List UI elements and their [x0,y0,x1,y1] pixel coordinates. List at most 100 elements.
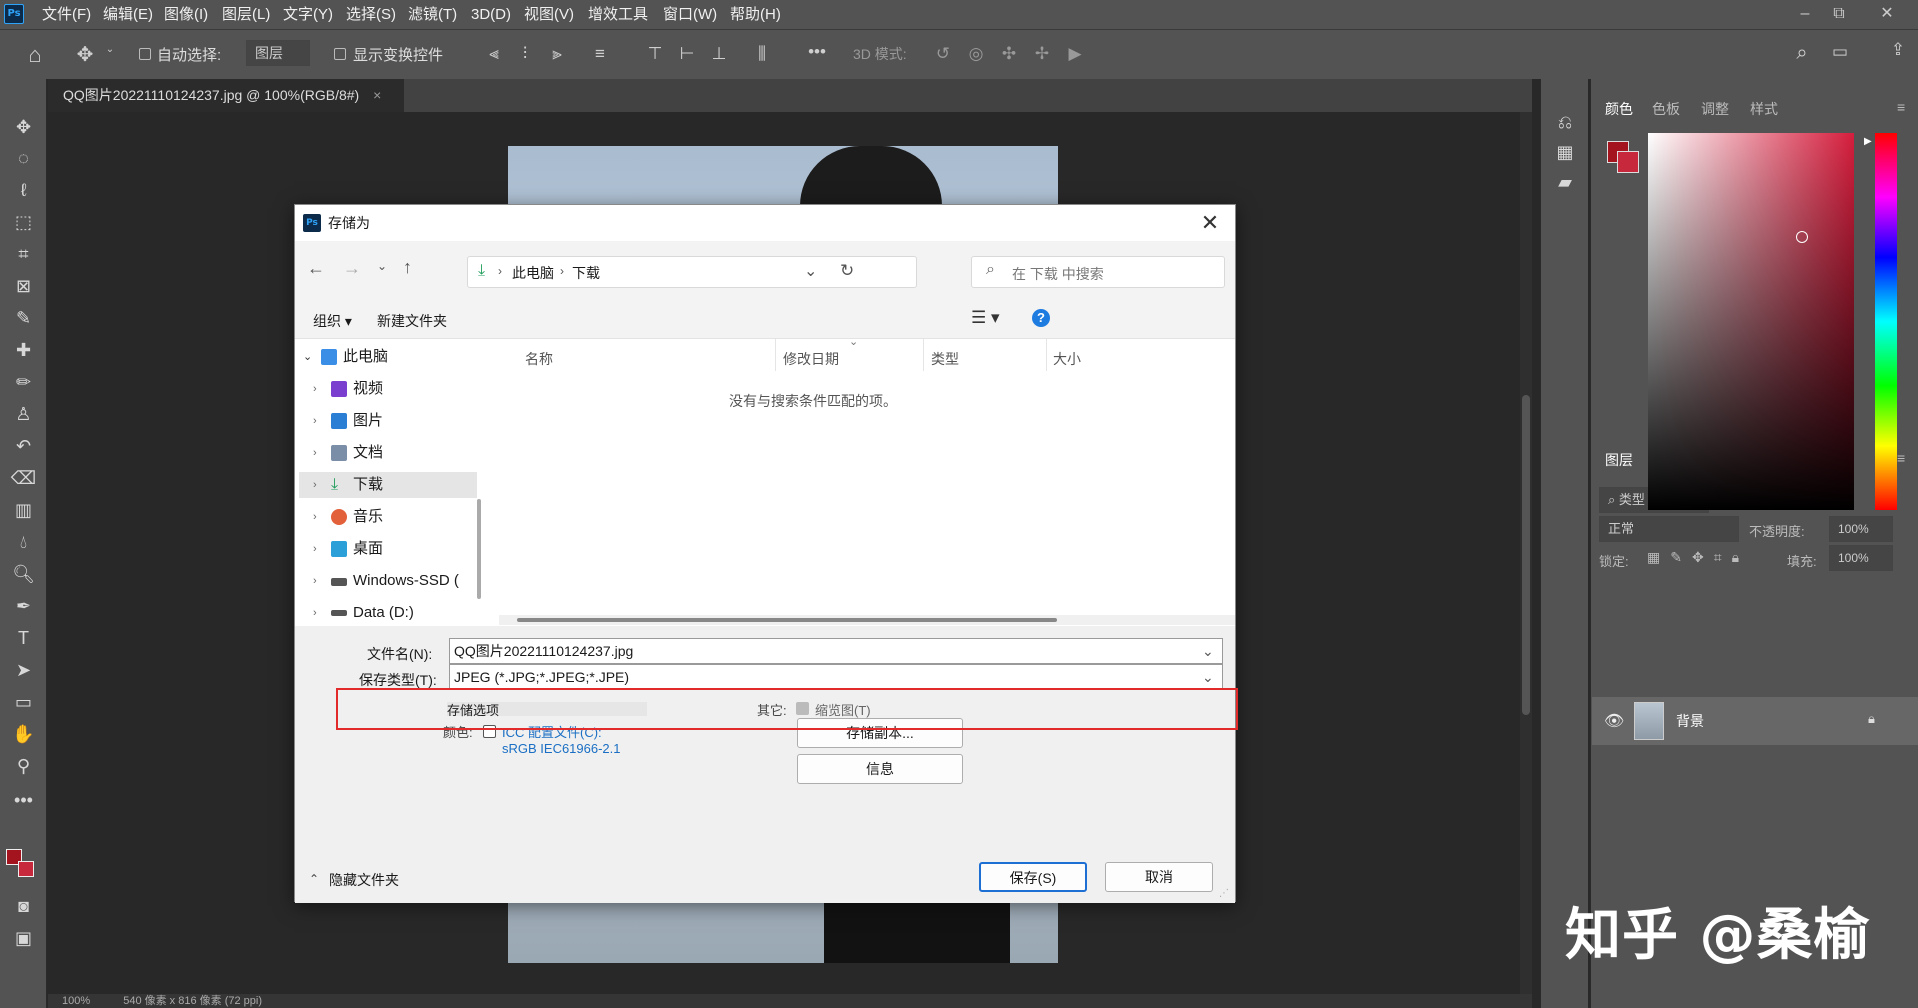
chevron-right-icon[interactable]: › [313,536,317,562]
history-brush-icon[interactable]: ↶ [0,431,47,461]
align-top-icon[interactable]: ⊤ [645,44,665,64]
lasso-tool-icon[interactable]: ℓ [0,175,47,205]
history-panel-icon[interactable]: ⎌ [1541,107,1589,137]
3d-orbit-icon[interactable]: ↺ [932,44,954,64]
column-size[interactable]: 大小 [1053,349,1081,369]
window-close-button[interactable]: ✕ [1870,0,1904,29]
gradient-icon[interactable]: ▥ [0,495,47,525]
tab-color[interactable]: 颜色 [1605,99,1633,119]
3d-camera-icon[interactable]: ▶ [1064,44,1086,64]
align-left-icon[interactable]: ⫷ [484,44,504,64]
horizontal-scrollbar[interactable] [499,615,1235,625]
distribute-vertical-icon[interactable]: ⫼ [752,44,772,64]
zoom-tool-icon[interactable]: ⚲ [0,751,47,781]
hand-tool-icon[interactable]: ✋ [0,719,47,749]
nav-scrollbar[interactable] [477,499,481,599]
tab-swatches[interactable]: 色板 [1652,99,1680,119]
nav-item-downloads[interactable]: › ⤓ 下载 [299,472,477,498]
status-zoom[interactable]: 100% [62,995,90,1007]
address-bar[interactable]: ⤓ › 此电脑 › 下载 ⌄ ↻ [467,256,917,288]
chevron-right-icon[interactable]: › [313,568,317,594]
healing-brush-icon[interactable]: ✚ [0,335,47,365]
nav-item-documents[interactable]: › 文档 [295,440,473,466]
chevron-right-icon[interactable]: › [313,600,317,626]
eraser-icon[interactable]: ⌫ [0,463,47,493]
layers-menu-icon[interactable]: ≡ [1897,450,1905,466]
shape-tool-icon[interactable]: ▭ [0,687,47,717]
color-picker-cursor[interactable] [1796,231,1808,243]
nav-item-videos[interactable]: › 视频 [295,376,473,402]
search-input[interactable]: 在 下载 中搜索 [1012,264,1104,284]
menu-edit[interactable]: 编辑(E) [103,0,153,29]
more-tools-icon[interactable]: ••• [0,785,47,815]
menu-type[interactable]: 文字(Y) [283,0,333,29]
eyedropper-icon[interactable]: ✎ [0,303,47,333]
filetype-dropdown[interactable]: JPEG (*.JPG;*.JPEG;*.JPE) ⌄ [449,664,1223,690]
column-name[interactable]: 名称 [525,349,553,369]
crop-tool-icon[interactable]: ⌗ [0,239,47,269]
breadcrumb-this-pc[interactable]: 此电脑 [512,263,554,283]
document-tab[interactable]: QQ图片20221110124237.jpg @ 100%(RGB/8#) × [48,79,404,112]
auto-select-dropdown[interactable]: 图层 [246,40,310,66]
align-right-icon[interactable]: ⫸ [547,44,567,64]
column-type[interactable]: 类型 [931,349,959,369]
lock-icons[interactable]: ▦✎✥⌗🔒︎ [1647,549,1749,566]
align-middle-icon[interactable]: ⊢ [677,44,697,64]
quick-mask-icon[interactable]: ◙ [0,891,47,921]
chevron-down-icon[interactable]: ⌄ [1202,665,1214,689]
menu-window[interactable]: 窗口(W) [663,0,717,29]
chevron-right-icon[interactable]: › [313,376,317,402]
chevron-down-icon[interactable]: ⌄ [804,261,817,281]
close-icon[interactable]: ✕ [1195,207,1225,239]
recent-locations-icon[interactable]: ⌄ [377,259,387,273]
layer-name[interactable]: 背景 [1676,711,1704,731]
menu-layer[interactable]: 图层(L) [222,0,270,29]
path-select-icon[interactable]: ➤ [0,655,47,685]
visibility-eye-icon[interactable]: 👁︎ [1604,711,1624,731]
3d-pan-icon[interactable]: ✣ [998,44,1020,64]
properties-panel-icon[interactable]: ▦ [1541,137,1589,167]
chevron-down-icon[interactable]: ⌄ [1202,639,1214,663]
panel-background-swatch[interactable] [1617,151,1639,173]
auto-select-checkbox[interactable] [139,48,151,60]
filename-input[interactable]: QQ图片20221110124237.jpg ⌄ [449,638,1223,664]
view-options-icon[interactable]: ☰ ▾ [971,308,1000,328]
align-center-icon[interactable]: ⫶ [515,44,535,64]
background-color-swatch[interactable] [18,861,34,877]
forward-icon[interactable]: → [343,258,361,279]
chevron-down-icon[interactable]: ⌄ [303,344,312,370]
layer-row[interactable]: 👁︎ 背景 🔒︎ [1592,697,1918,745]
move-tool-icon[interactable]: ✥ [72,42,98,67]
object-select-icon[interactable]: ⬚ [0,207,47,237]
menu-select[interactable]: 选择(S) [346,0,396,29]
canvas-scrollbar-thumb[interactable] [1522,395,1530,715]
back-icon[interactable]: ← [307,258,325,279]
tab-close-icon[interactable]: × [373,87,381,103]
menu-filter[interactable]: 滤镜(T) [408,0,457,29]
screen-mode-icon[interactable]: ▣ [0,923,47,953]
chevron-right-icon[interactable]: › [313,408,317,434]
distribute-icon[interactable]: ≡ [590,44,610,64]
hue-slider[interactable] [1875,133,1897,510]
more-options-icon[interactable]: ••• [805,42,829,62]
comments-panel-icon[interactable]: ▰ [1541,167,1589,197]
fill-input[interactable]: 100% [1829,545,1893,571]
search-icon[interactable]: ⌕ [1790,42,1814,65]
nav-item-data-d[interactable]: › Data (D:) [295,600,473,626]
resize-grip-icon[interactable]: ⋰ [1219,888,1229,899]
brush-tool-icon[interactable]: ✏ [0,367,47,397]
restore-button[interactable]: ⧉ [1822,0,1856,29]
move-tool-icon[interactable]: ✥ [0,112,47,142]
up-icon[interactable]: ↑ [403,257,412,278]
pen-tool-icon[interactable]: ✒ [0,591,47,621]
dodge-icon[interactable]: 🔍︎ [0,559,47,589]
type-tool-icon[interactable]: T [0,623,47,653]
menu-plugins[interactable]: 增效工具 [588,0,648,29]
menu-file[interactable]: 文件(F) [42,0,91,29]
chevron-right-icon[interactable]: › [313,504,317,530]
column-modified[interactable]: 修改日期 [783,349,839,369]
nav-item-this-pc[interactable]: ⌄ 此电脑 [295,344,473,370]
menu-view[interactable]: 视图(V) [524,0,574,29]
color-picker-field[interactable] [1648,133,1854,510]
frame-tool-icon[interactable]: ⊠ [0,271,47,301]
